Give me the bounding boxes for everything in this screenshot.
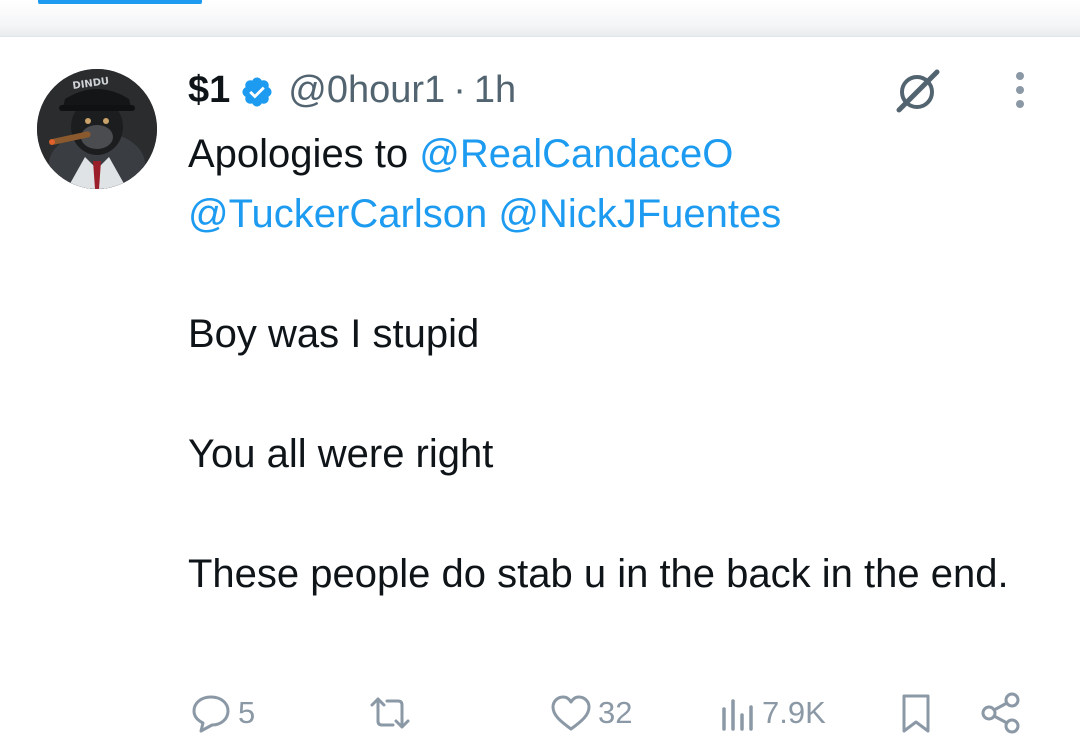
tweet-timestamp[interactable]: 1h — [474, 66, 516, 114]
top-divider — [0, 0, 1080, 37]
share-icon — [981, 692, 1020, 734]
tweet-text: Apologies to @RealCandaceO @TuckerCarlso… — [188, 124, 1048, 604]
tweet-line-1: Apologies to @RealCandaceO — [188, 124, 1048, 184]
tweet-paragraph: Boy was I stupid — [188, 312, 480, 356]
mention-link[interactable]: @TuckerCarlson — [188, 192, 487, 236]
views-chart-icon — [722, 699, 753, 731]
reply-icon — [192, 695, 230, 733]
tab-indicator — [38, 0, 202, 4]
share-button[interactable] — [978, 688, 1024, 738]
action-bar: 5 32 7.9K — [0, 688, 1080, 738]
mention-link[interactable]: @NickJFuentes — [498, 192, 781, 236]
author-handle[interactable]: @0hour1 — [288, 66, 445, 114]
views-button[interactable]: 7.9K — [718, 688, 826, 738]
header-separator: · — [453, 69, 466, 111]
like-count: 32 — [598, 695, 633, 730]
tweet-line-2: @TuckerCarlson @NickJFuentes — [188, 184, 1048, 244]
mention-link[interactable]: @RealCandaceO — [419, 132, 733, 176]
tweet-header: $1 @0hour1 · 1h — [188, 66, 516, 114]
verified-badge-icon — [240, 73, 274, 107]
more-options-icon[interactable] — [1004, 70, 1036, 112]
like-button[interactable]: 32 — [548, 688, 632, 738]
tweet-paragraph: These people do stab u in the back in th… — [188, 552, 1009, 596]
avatar[interactable]: DINDU — [37, 69, 157, 189]
heart-icon — [551, 695, 591, 731]
bookmark-icon — [902, 694, 930, 733]
tweet-paragraph: You all were right — [188, 432, 494, 476]
bookmark-button[interactable] — [894, 688, 938, 738]
display-name[interactable]: $1 — [188, 66, 230, 114]
reply-count: 5 — [238, 695, 256, 730]
retweet-button[interactable] — [367, 688, 417, 738]
reply-button[interactable]: 5 — [188, 688, 255, 738]
grok-icon[interactable] — [893, 68, 943, 114]
tweet-text-prefix: Apologies to — [188, 132, 420, 176]
views-count: 7.9K — [762, 695, 826, 730]
retweet-icon — [370, 697, 410, 729]
